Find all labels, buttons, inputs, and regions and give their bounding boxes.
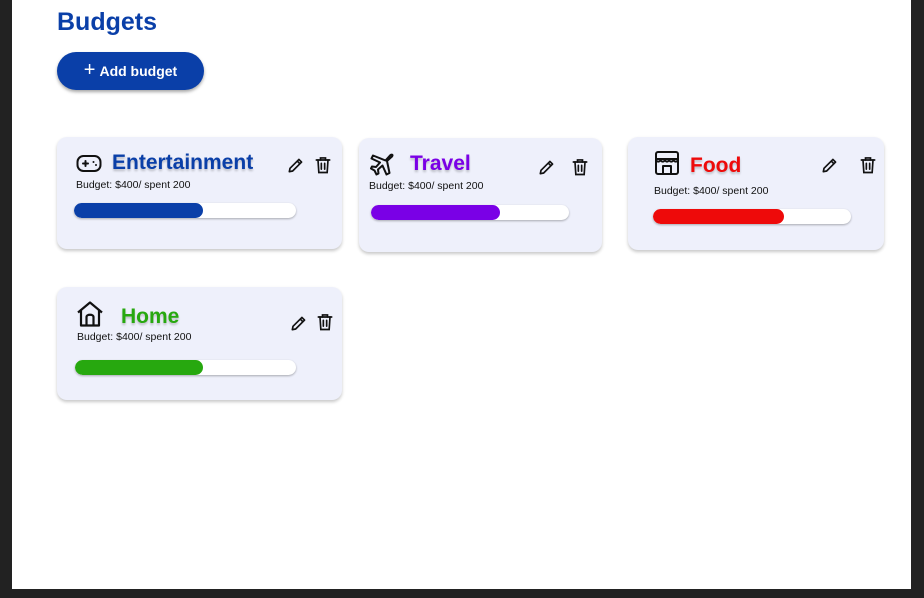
pencil-icon[interactable] <box>289 313 309 333</box>
budget-progress-fill <box>653 209 784 224</box>
budget-name: Entertainment <box>112 151 254 174</box>
budget-progress-bar <box>653 209 851 224</box>
budget-progress-fill <box>371 205 500 220</box>
house-icon <box>76 300 104 328</box>
pencil-icon[interactable] <box>537 157 557 177</box>
storefront-icon <box>653 149 681 177</box>
budget-summary: Budget: $400/ spent 200 <box>76 179 191 191</box>
trash-icon[interactable] <box>570 157 590 177</box>
budget-progress-bar <box>75 360 296 375</box>
budget-card-travel[interactable]: Travel Budget: $400/ spent 200 <box>359 138 602 252</box>
add-budget-button[interactable]: + Add budget <box>57 52 204 90</box>
budget-progress-fill <box>74 203 203 218</box>
budget-name: Home <box>121 305 180 328</box>
gamepad-icon <box>75 149 103 177</box>
budget-name: Food <box>690 154 742 177</box>
budget-progress-bar <box>74 203 296 218</box>
budget-progress-fill <box>75 360 204 375</box>
trash-icon[interactable] <box>313 155 333 175</box>
pencil-icon[interactable] <box>286 155 306 175</box>
trash-icon[interactable] <box>315 312 335 332</box>
pencil-icon[interactable] <box>820 155 840 175</box>
budgets-page: Budgets + Add budget Entertainment Budge… <box>12 0 911 589</box>
budget-summary: Budget: $400/ spent 200 <box>369 180 484 192</box>
add-budget-label: Add budget <box>99 63 178 79</box>
budget-card-entertainment[interactable]: Entertainment Budget: $400/ spent 200 <box>57 137 342 249</box>
airplane-icon <box>368 150 396 178</box>
budget-progress-bar <box>371 205 569 220</box>
budget-summary: Budget: $400/ spent 200 <box>77 331 192 343</box>
budget-card-home[interactable]: Home Budget: $400/ spent 200 <box>57 287 342 400</box>
plus-icon: + <box>83 59 96 81</box>
budget-name: Travel <box>410 152 471 175</box>
budget-summary: Budget: $400/ spent 200 <box>654 185 769 197</box>
budget-card-food[interactable]: Food Budget: $400/ spent 200 <box>628 137 884 250</box>
page-title: Budgets <box>57 8 157 36</box>
trash-icon[interactable] <box>858 155 878 175</box>
